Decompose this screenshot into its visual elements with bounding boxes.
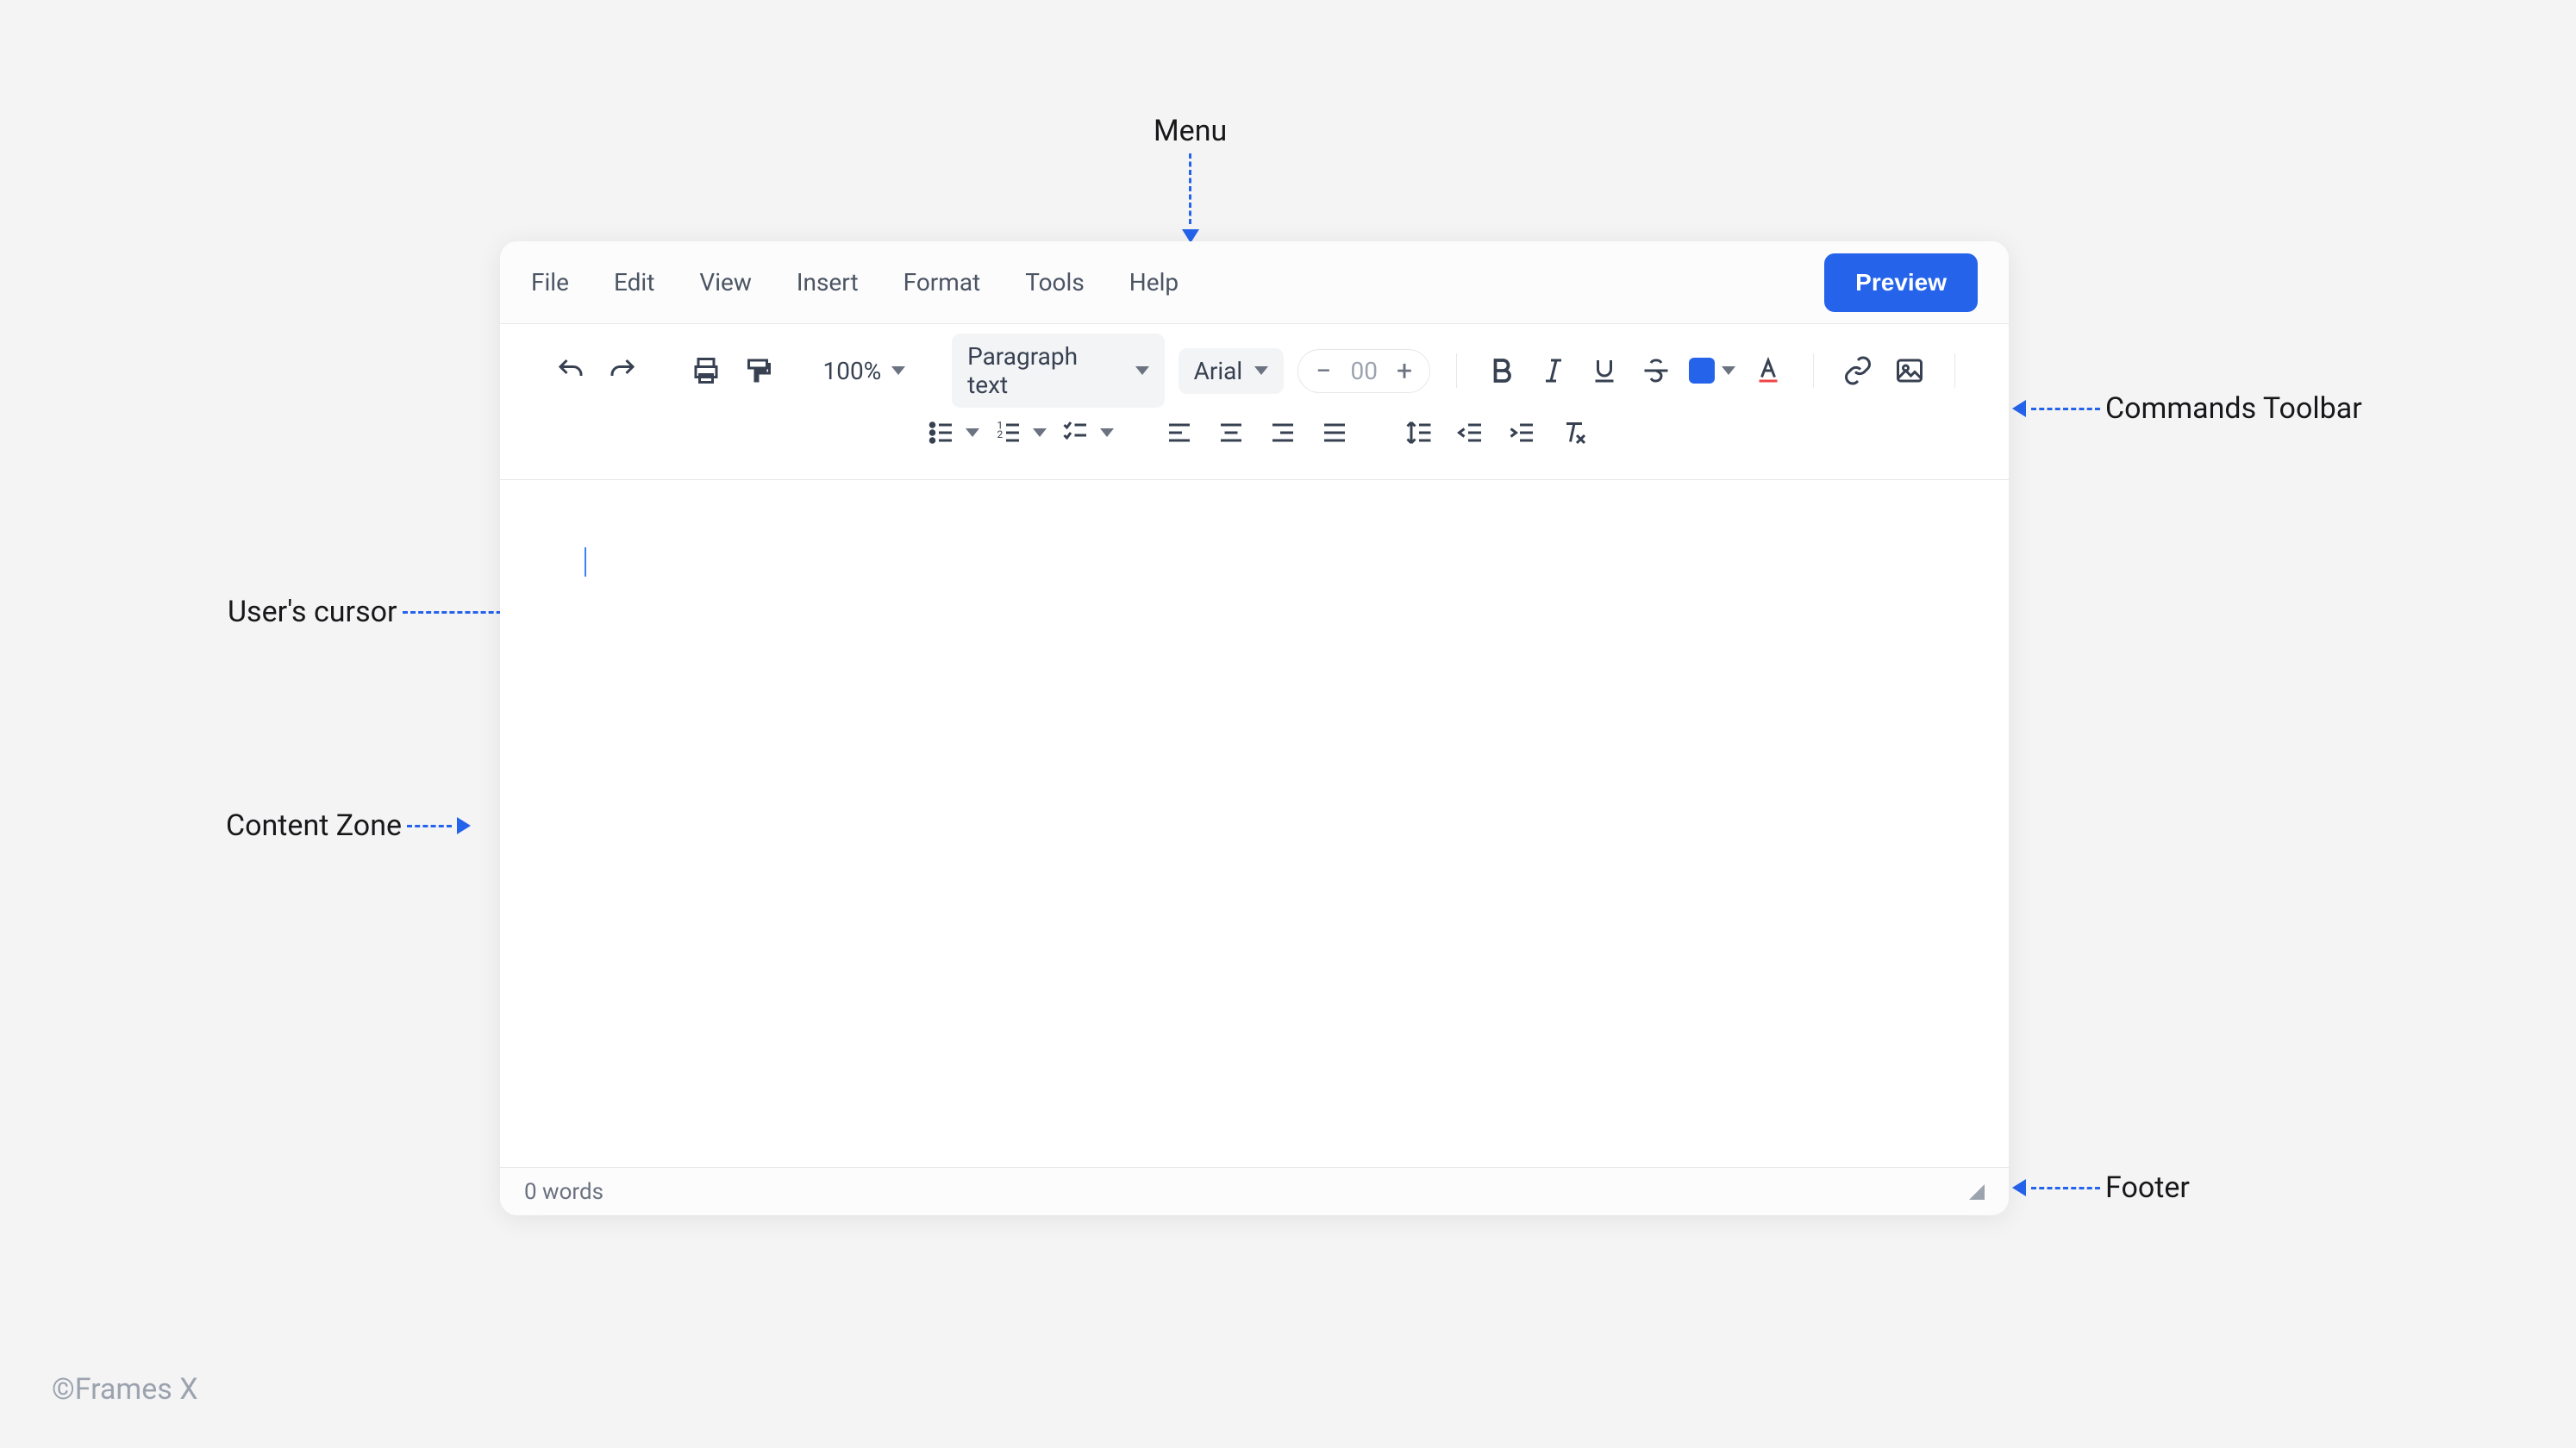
font-family-select[interactable]: Arial [1179, 348, 1285, 394]
font-family-label: Arial [1194, 357, 1243, 385]
resize-handle-icon[interactable] [1969, 1184, 1985, 1200]
paint-format-icon[interactable] [739, 352, 777, 390]
editor-window: File Edit View Insert Format Tools Help … [500, 241, 2009, 1215]
align-left-icon[interactable] [1160, 414, 1198, 452]
undo-icon[interactable] [552, 352, 590, 390]
font-size-value: 00 [1350, 357, 1377, 385]
chevron-down-icon [891, 366, 905, 375]
align-right-icon[interactable] [1264, 414, 1302, 452]
word-count: 0 words [524, 1179, 603, 1205]
insert-image-icon[interactable] [1891, 352, 1929, 390]
menu-help[interactable]: Help [1129, 268, 1179, 296]
chevron-down-icon [1100, 428, 1114, 437]
chevron-down-icon [966, 428, 979, 437]
color-swatch-icon [1689, 358, 1715, 384]
annotation-menu-label: Menu [1154, 114, 1227, 148]
print-icon[interactable] [687, 352, 725, 390]
align-center-icon[interactable] [1212, 414, 1250, 452]
text-color-icon[interactable] [1749, 352, 1787, 390]
annotation-content-zone-label: Content Zone [226, 808, 402, 843]
content-zone[interactable] [500, 480, 2009, 1167]
decrement-icon[interactable]: − [1316, 357, 1331, 384]
menu-file[interactable]: File [531, 268, 569, 296]
footer-bar: 0 words [500, 1167, 2009, 1215]
menu-format[interactable]: Format [903, 268, 981, 296]
zoom-dropdown[interactable]: 100% [823, 357, 906, 385]
bulleted-list-dropdown[interactable] [926, 414, 979, 452]
paragraph-style-select[interactable]: Paragraph text [952, 334, 1165, 408]
annotation-commands-toolbar-label: Commands Toolbar [2105, 391, 2362, 426]
annotation-footer-label: Footer [2105, 1170, 2190, 1205]
underline-icon[interactable] [1586, 352, 1624, 390]
italic-icon[interactable] [1535, 352, 1572, 390]
chevron-down-icon [1722, 366, 1735, 375]
chevron-down-icon [1135, 366, 1149, 375]
redo-icon[interactable] [603, 352, 641, 390]
line-spacing-icon[interactable] [1400, 414, 1438, 452]
checklist-dropdown[interactable] [1060, 414, 1114, 452]
watermark: ©Frames X [52, 1372, 198, 1407]
zoom-value: 100% [823, 357, 882, 385]
menu-insert[interactable]: Insert [797, 268, 859, 296]
menu-bar: File Edit View Insert Format Tools Help … [500, 241, 2009, 324]
svg-text:2: 2 [997, 428, 1004, 440]
increment-icon[interactable]: + [1397, 357, 1412, 384]
annotation-user-cursor-label: User's cursor [228, 595, 397, 629]
menu-edit[interactable]: Edit [614, 268, 654, 296]
strikethrough-icon[interactable] [1637, 352, 1675, 390]
bold-icon[interactable] [1483, 352, 1521, 390]
clear-formatting-icon[interactable] [1555, 414, 1593, 452]
insert-link-icon[interactable] [1840, 352, 1878, 390]
paragraph-style-label: Paragraph text [967, 342, 1123, 399]
menu-tools[interactable]: Tools [1025, 268, 1085, 296]
chevron-down-icon [1254, 366, 1268, 375]
decrease-indent-icon[interactable] [1452, 414, 1490, 452]
menu-view[interactable]: View [699, 268, 752, 296]
chevron-down-icon [1033, 428, 1047, 437]
font-size-stepper[interactable]: − 00 + [1297, 349, 1430, 393]
highlight-color-dropdown[interactable] [1689, 352, 1735, 390]
text-cursor [585, 547, 586, 577]
numbered-list-dropdown[interactable]: 12 [993, 414, 1047, 452]
commands-toolbar: 100% Paragraph text Arial − 00 + [500, 324, 2009, 480]
align-justify-icon[interactable] [1316, 414, 1354, 452]
increase-indent-icon[interactable] [1504, 414, 1541, 452]
preview-button[interactable]: Preview [1824, 253, 1978, 312]
